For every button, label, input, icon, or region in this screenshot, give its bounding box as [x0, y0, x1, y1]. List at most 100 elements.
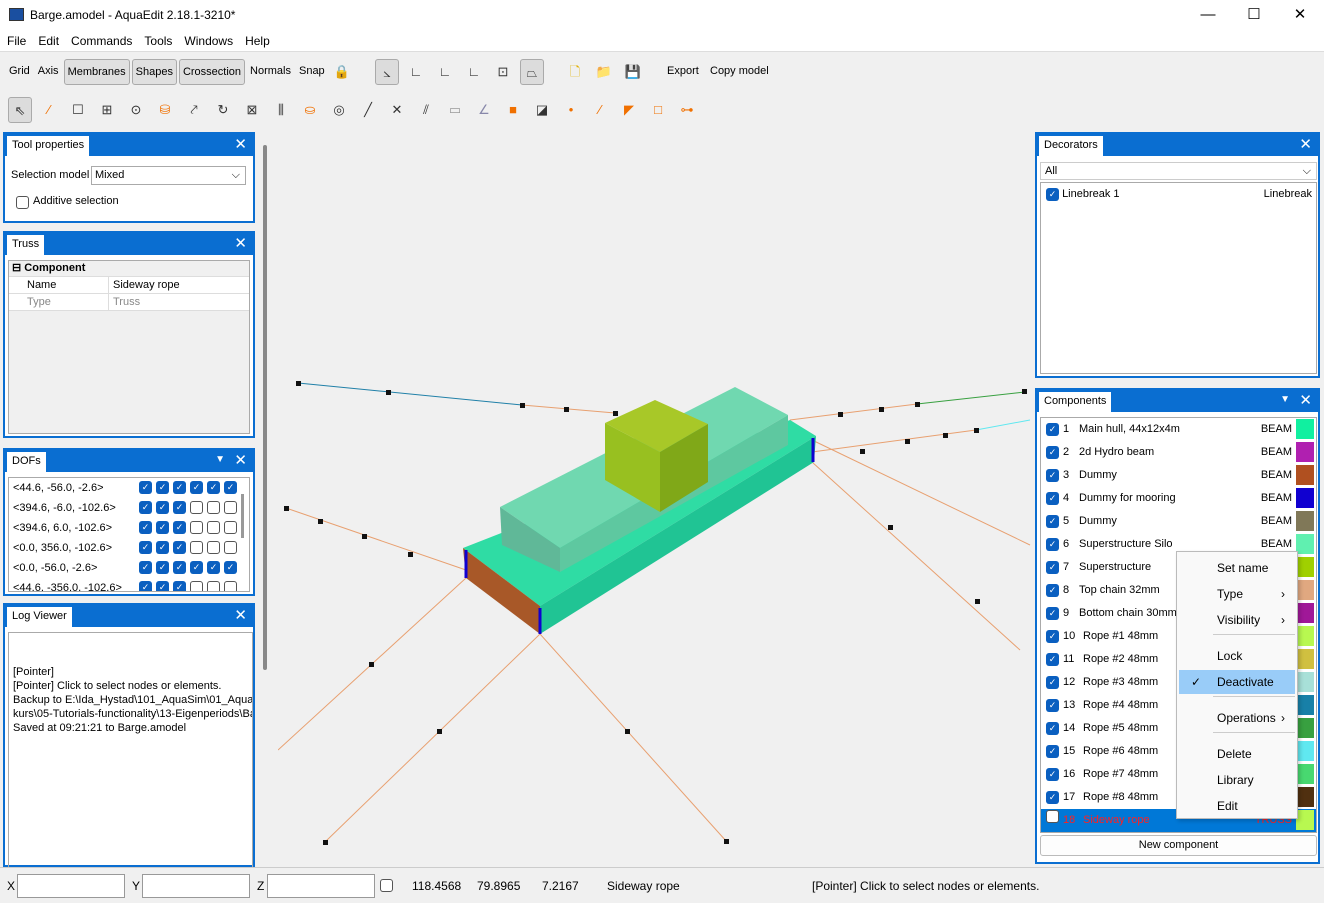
y-input[interactable] [142, 874, 250, 898]
menu-item-set-name[interactable]: Set name [1179, 556, 1295, 580]
component-checkbox[interactable]: ✓ [1046, 538, 1059, 551]
component-color-swatch[interactable] [1296, 718, 1314, 738]
collapse-icon[interactable]: ⊟ [12, 262, 21, 274]
save-icon[interactable]: 💾 [621, 59, 645, 85]
pointer-icon[interactable]: ⇖ [8, 97, 32, 123]
dof-checkbox[interactable]: ✓ [156, 481, 169, 494]
dof-checkbox[interactable]: ✓ [139, 541, 152, 554]
perspective-icon[interactable]: ⏢ [520, 59, 544, 85]
menu-tools[interactable]: Tools [137, 30, 177, 48]
dof-checkbox[interactable] [190, 541, 203, 554]
cylinder-icon[interactable]: ⛁ [153, 97, 177, 123]
dof-checkbox[interactable] [224, 521, 237, 534]
dof-checkbox[interactable]: ✓ [139, 581, 152, 591]
selection-model-select[interactable]: Mixed ⌵ [91, 166, 246, 185]
component-checkbox[interactable]: ✓ [1046, 653, 1059, 666]
add-triangle-node-icon[interactable]: ◪ [530, 97, 554, 123]
dof-checkbox[interactable] [190, 581, 203, 591]
new-component-button[interactable]: New component [1040, 835, 1317, 856]
dof-checkbox[interactable] [207, 541, 220, 554]
menu-item-edit[interactable]: Edit [1179, 794, 1295, 818]
component-row[interactable]: ✓ 2 2d Hydro beam BEAM [1041, 441, 1316, 464]
close-icon[interactable]: ✕ [1299, 391, 1312, 409]
scrollbar[interactable] [263, 145, 267, 670]
dof-checkbox[interactable] [190, 521, 203, 534]
z-input[interactable] [267, 874, 375, 898]
fit-view-icon[interactable]: ⊡ [491, 59, 515, 85]
component-checkbox[interactable] [1046, 810, 1059, 823]
menu-help[interactable]: Help [238, 30, 275, 48]
dof-checkbox[interactable]: ✓ [139, 501, 152, 514]
dof-checkbox[interactable]: ✓ [156, 501, 169, 514]
add-node-rect-icon[interactable]: ☐ [66, 97, 90, 123]
add-point-icon[interactable]: • [559, 97, 583, 123]
cylinder-outline-icon[interactable]: ⛀ [298, 97, 322, 123]
add-square-icon[interactable]: ■ [501, 97, 525, 123]
property-row[interactable]: Type Truss [9, 294, 249, 311]
dof-checkbox[interactable] [190, 501, 203, 514]
component-checkbox[interactable]: ✓ [1046, 722, 1059, 735]
component-color-swatch[interactable] [1296, 626, 1314, 646]
component-checkbox[interactable]: ✓ [1046, 446, 1059, 459]
component-checkbox[interactable]: ✓ [1046, 768, 1059, 781]
dof-checkbox[interactable]: ✓ [139, 481, 152, 494]
add-triangle-icon[interactable]: ◤ [617, 97, 641, 123]
dof-checkbox[interactable] [224, 501, 237, 514]
component-color-swatch[interactable] [1296, 580, 1314, 600]
menu-item-visibility[interactable]: Visibility › [1179, 608, 1295, 632]
dof-checkbox[interactable]: ✓ [173, 561, 186, 574]
component-color-swatch[interactable] [1296, 764, 1314, 784]
normals-button[interactable]: Normals [247, 59, 294, 85]
component-row[interactable]: ✓ 3 Dummy BEAM [1041, 464, 1316, 487]
angle-icon[interactable]: ∠ [472, 97, 496, 123]
menu-commands[interactable]: Commands [64, 30, 137, 48]
export-button[interactable]: Export [664, 59, 702, 85]
dof-checkbox[interactable] [224, 581, 237, 591]
snap-button[interactable]: Snap [296, 59, 328, 85]
dof-checkbox[interactable]: ✓ [207, 561, 220, 574]
component-color-swatch[interactable] [1296, 741, 1314, 761]
component-checkbox[interactable]: ✓ [1046, 469, 1059, 482]
yz-view-icon[interactable]: ∟ [462, 59, 486, 85]
menu-file[interactable]: File [0, 30, 31, 48]
move-icon[interactable]: ⤤ [182, 97, 206, 123]
link-icon[interactable]: ⊶ [675, 97, 699, 123]
component-color-swatch[interactable] [1296, 695, 1314, 715]
xy-view-icon[interactable]: ∟ [404, 59, 428, 85]
component-checkbox[interactable]: ✓ [1046, 699, 1059, 712]
x-input[interactable] [17, 874, 125, 898]
component-checkbox[interactable]: ✓ [1046, 492, 1059, 505]
component-checkbox[interactable]: ✓ [1046, 607, 1059, 620]
rotate-icon[interactable]: ↻ [211, 97, 235, 123]
dof-checkbox[interactable] [224, 541, 237, 554]
dof-checkbox[interactable]: ✓ [173, 481, 186, 494]
component-checkbox[interactable]: ✓ [1046, 584, 1059, 597]
dropdown-icon[interactable]: ▼ [1280, 394, 1290, 405]
component-color-swatch[interactable] [1296, 557, 1314, 577]
component-color-swatch[interactable] [1296, 787, 1314, 807]
component-row[interactable]: ✓ 5 Dummy BEAM [1041, 510, 1316, 533]
component-color-swatch[interactable] [1296, 488, 1314, 508]
property-row[interactable]: Name Sideway rope [9, 277, 249, 294]
component-checkbox[interactable]: ✓ [1046, 561, 1059, 574]
axis-button[interactable]: Axis [35, 59, 62, 85]
component-color-swatch[interactable] [1296, 603, 1314, 623]
menu-edit[interactable]: Edit [31, 30, 64, 48]
component-checkbox[interactable]: ✓ [1046, 630, 1059, 643]
component-checkbox[interactable]: ✓ [1046, 745, 1059, 758]
component-checkbox[interactable]: ✓ [1046, 423, 1059, 436]
component-color-swatch[interactable] [1296, 810, 1314, 830]
ellipse-icon[interactable]: ◎ [327, 97, 351, 123]
maximize-button[interactable]: ☐ [1231, 0, 1277, 30]
dof-checkbox[interactable]: ✓ [139, 521, 152, 534]
decorator-filter-select[interactable]: All ⌵ [1040, 162, 1317, 180]
dof-checkbox[interactable] [207, 521, 220, 534]
menu-item-deactivate[interactable]: ✓ Deactivate [1179, 670, 1295, 694]
add-circle-node-icon[interactable]: ⊙ [124, 97, 148, 123]
scrollbar[interactable] [241, 494, 244, 538]
dof-checkbox[interactable]: ✓ [156, 561, 169, 574]
component-row[interactable]: ✓ 4 Dummy for mooring BEAM [1041, 487, 1316, 510]
new-file-icon[interactable]: 🗋 [563, 59, 587, 85]
component-color-swatch[interactable] [1296, 419, 1314, 439]
dof-checkbox[interactable]: ✓ [190, 481, 203, 494]
